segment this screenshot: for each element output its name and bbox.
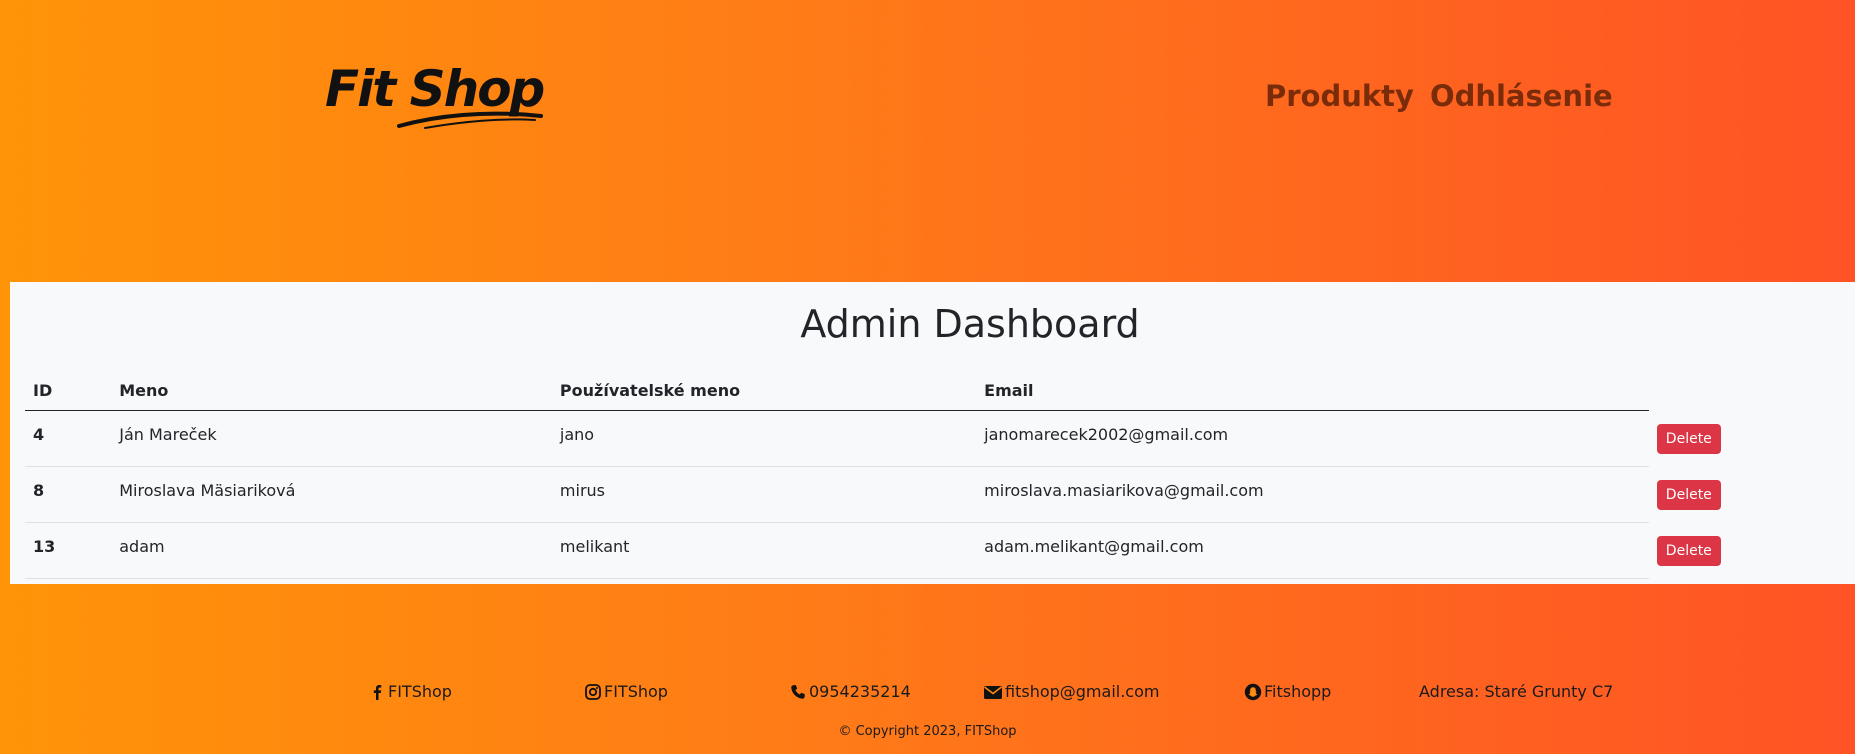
snapchat-label: Fitshopp	[1264, 682, 1332, 701]
admin-panel: Admin Dashboard ID Meno Používatelské me…	[10, 282, 1855, 584]
cell-id: 13	[25, 522, 112, 579]
email-address: fitshop@gmail.com	[1005, 682, 1160, 701]
facebook-label: FITShop	[388, 682, 452, 701]
users-table: ID Meno Používatelské meno Email 4 Ján M…	[25, 370, 1855, 579]
header: Fit Shop Produkty Odhlásenie	[0, 0, 1855, 282]
column-header-name: Meno	[111, 370, 552, 411]
address-text: Adresa: Staré Grunty C7	[1419, 682, 1614, 701]
phone-number: 0954235214	[809, 682, 911, 701]
fit-shop-logo[interactable]: Fit Shop	[325, 52, 545, 130]
cell-email: adam.melikant@gmail.com	[976, 522, 1649, 579]
copyright-text: © Copyright 2023, FITShop	[838, 724, 1017, 739]
cell-email: janomarecek2002@gmail.com	[976, 410, 1649, 467]
table-header-row: ID Meno Používatelské meno Email	[25, 370, 1855, 411]
column-header-id: ID	[25, 370, 112, 411]
envelope-icon	[984, 685, 1002, 699]
column-header-action	[1649, 370, 1855, 411]
footer-address: Adresa: Staré Grunty C7	[1419, 682, 1613, 701]
cell-name: Miroslava Mäsiariková	[111, 466, 552, 523]
cell-action: Delete	[1649, 523, 1855, 579]
cell-action: Delete	[1649, 411, 1855, 467]
logo-swoosh-icon	[397, 111, 543, 129]
column-header-email: Email	[976, 370, 1649, 411]
delete-button[interactable]: Delete	[1656, 535, 1721, 566]
cell-id: 8	[25, 466, 112, 523]
cell-email: miroslava.masiarikova@gmail.com	[976, 466, 1649, 523]
snapchat-icon	[1244, 683, 1262, 700]
nav-link-odhlasenie[interactable]: Odhlásenie	[1430, 76, 1613, 116]
table-row: 4 Ján Mareček jano janomarecek2002@gmail…	[25, 410, 1855, 467]
page-title: Admin Dashboard	[800, 302, 1140, 346]
cell-action: Delete	[1649, 467, 1855, 523]
cell-name: adam	[111, 522, 552, 579]
delete-button[interactable]: Delete	[1656, 479, 1721, 510]
nav-link-produkty[interactable]: Produkty	[1265, 76, 1414, 116]
footer-email-link[interactable]: fitshop@gmail.com	[983, 682, 1159, 701]
facebook-icon	[373, 684, 382, 700]
cell-name: Ján Mareček	[111, 410, 552, 467]
table-row: 13 adam melikant adam.melikant@gmail.com…	[25, 522, 1855, 579]
footer-instagram-link[interactable]: FITShop	[584, 682, 668, 701]
cell-id: 4	[25, 410, 112, 467]
cell-username: mirus	[551, 466, 977, 523]
delete-button[interactable]: Delete	[1656, 423, 1721, 454]
footer-facebook-link[interactable]: FITShop	[368, 682, 452, 701]
footer-snapchat-link[interactable]: Fitshopp	[1244, 682, 1331, 701]
instagram-icon	[585, 683, 601, 700]
column-header-username: Používatelské meno	[551, 370, 977, 411]
instagram-label: FITShop	[604, 682, 668, 701]
footer-phone: 0954235214	[789, 682, 911, 701]
table-row: 8 Miroslava Mäsiariková mirus miroslava.…	[25, 466, 1855, 523]
cell-username: melikant	[551, 522, 977, 579]
phone-icon	[791, 684, 805, 699]
footer: FITShop FITShop 0954235214 fitshop@gmail…	[0, 584, 1855, 754]
main-nav: Produkty Odhlásenie	[1265, 76, 1613, 116]
cell-username: jano	[551, 410, 977, 467]
